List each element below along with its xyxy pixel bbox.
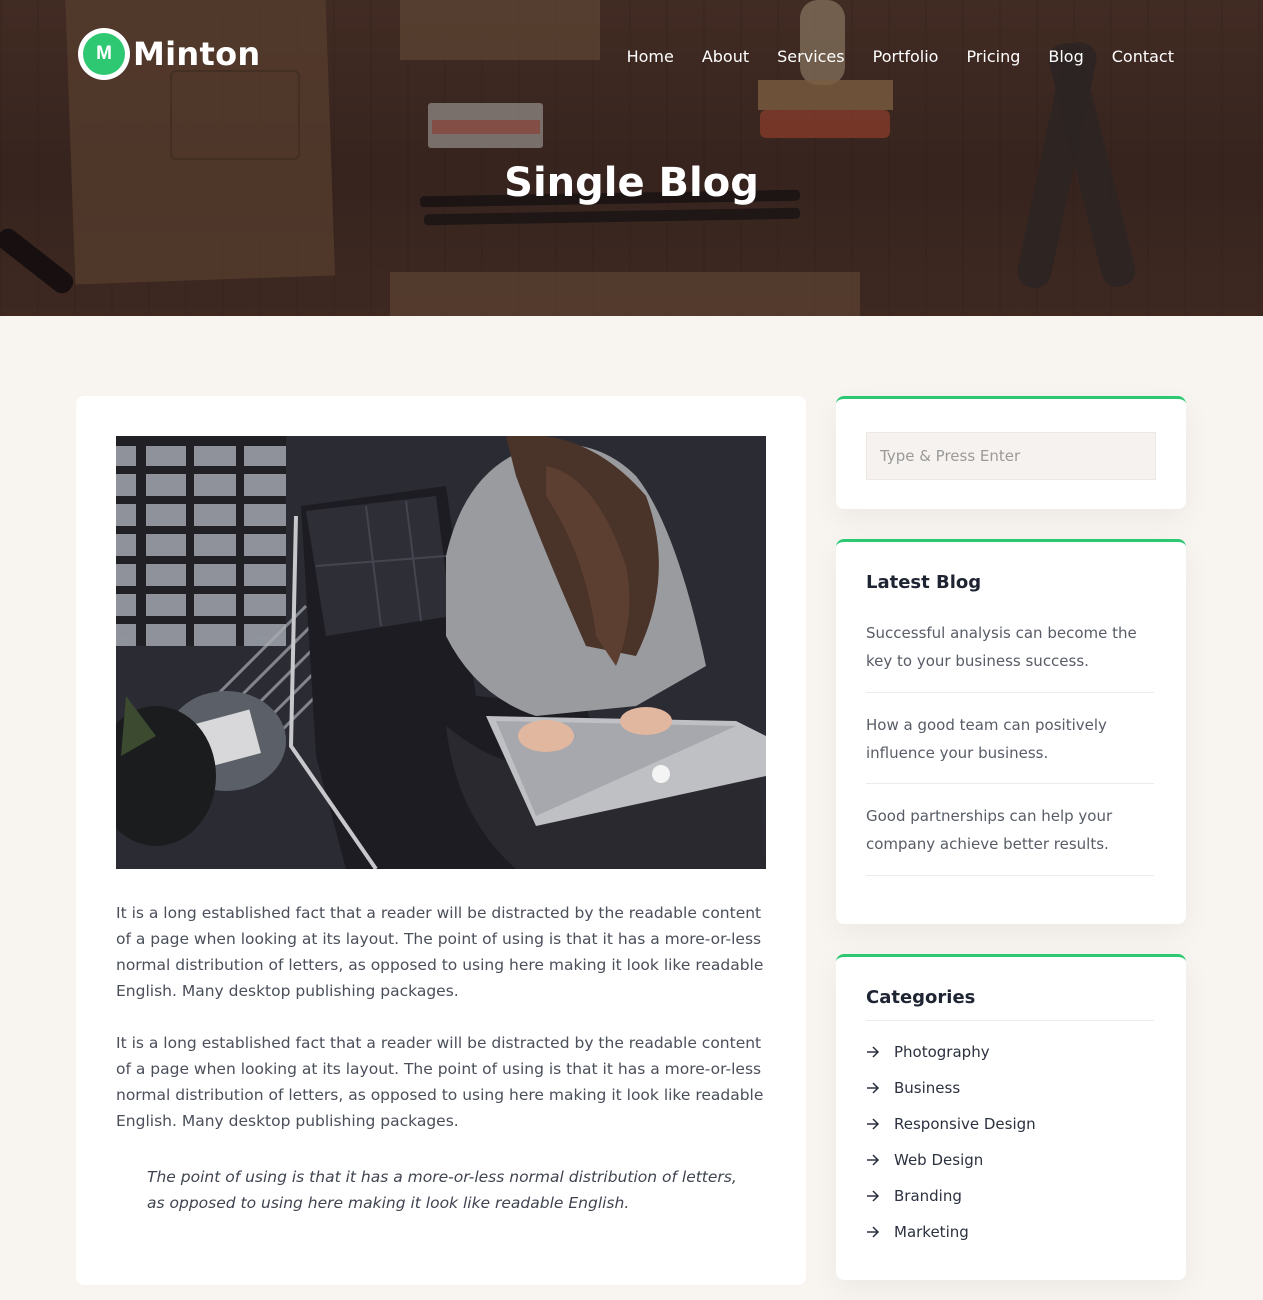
latest-post-link[interactable]: Successful analysis can become the key t…: [866, 619, 1154, 675]
latest-blog-widget: Latest Blog Successful analysis can beco…: [836, 539, 1186, 924]
latest-post-link[interactable]: Good partnerships can help your company …: [866, 802, 1154, 858]
categories-widget: Categories Photography Business Responsi…: [836, 954, 1186, 1280]
logo-text: Minton: [133, 35, 261, 73]
nav-item-contact[interactable]: Contact: [1112, 47, 1174, 66]
divider: [866, 783, 1154, 784]
divider: [866, 875, 1154, 876]
arrow-right-icon: [866, 1046, 894, 1058]
category-label: Web Design: [894, 1151, 984, 1169]
woman-with-laptop-photo: [116, 436, 766, 869]
nav-item-services[interactable]: Services: [777, 47, 844, 66]
category-item-web-design[interactable]: Web Design: [866, 1151, 983, 1169]
latest-blog-title: Latest Blog: [866, 572, 982, 593]
nav-item-blog[interactable]: Blog: [1048, 47, 1083, 66]
nav-item-portfolio[interactable]: Portfolio: [873, 47, 939, 66]
logo-badge-letter: M: [83, 33, 125, 75]
category-label: Business: [894, 1079, 961, 1097]
blog-post-card: It is a long established fact that a rea…: [76, 396, 806, 1285]
category-item-responsive-design[interactable]: Responsive Design: [866, 1115, 1036, 1133]
category-label: Photography: [894, 1043, 990, 1061]
nav-item-home[interactable]: Home: [627, 47, 674, 66]
arrow-right-icon: [866, 1082, 894, 1094]
blog-paragraph: It is a long established fact that a rea…: [116, 904, 764, 1000]
latest-post-link[interactable]: How a good team can positively influence…: [866, 711, 1154, 767]
category-item-photography[interactable]: Photography: [866, 1043, 990, 1061]
page-title: Single Blog: [504, 160, 759, 206]
logo-badge-icon: M: [78, 28, 130, 80]
category-label: Marketing: [894, 1223, 969, 1241]
divider: [866, 1020, 1154, 1021]
search-input[interactable]: [880, 447, 1142, 465]
main-nav: Home About Services Portfolio Pricing Bl…: [627, 47, 1174, 66]
blog-quote: The point of using is that it has a more…: [147, 1168, 737, 1212]
category-item-business[interactable]: Business: [866, 1079, 960, 1097]
nav-item-pricing[interactable]: Pricing: [966, 47, 1020, 66]
search-widget: [836, 396, 1186, 509]
arrow-right-icon: [866, 1226, 894, 1238]
category-label: Branding: [894, 1187, 962, 1205]
category-label: Responsive Design: [894, 1115, 1036, 1133]
category-item-branding[interactable]: Branding: [866, 1187, 962, 1205]
categories-title: Categories: [866, 987, 976, 1008]
search-field-wrapper: [866, 432, 1156, 480]
hero-banner: M Minton Home About Services Portfolio P…: [0, 0, 1263, 316]
arrow-right-icon: [866, 1118, 894, 1130]
blog-post-image: [116, 436, 766, 869]
blog-paragraph: It is a long established fact that a rea…: [116, 1034, 764, 1130]
category-item-marketing[interactable]: Marketing: [866, 1223, 969, 1241]
arrow-right-icon: [866, 1190, 894, 1202]
arrow-right-icon: [866, 1154, 894, 1166]
site-logo[interactable]: M Minton: [78, 28, 260, 80]
divider: [866, 692, 1154, 693]
nav-item-about[interactable]: About: [702, 47, 749, 66]
blog-post-body: It is a long established fact that a rea…: [116, 900, 766, 1160]
